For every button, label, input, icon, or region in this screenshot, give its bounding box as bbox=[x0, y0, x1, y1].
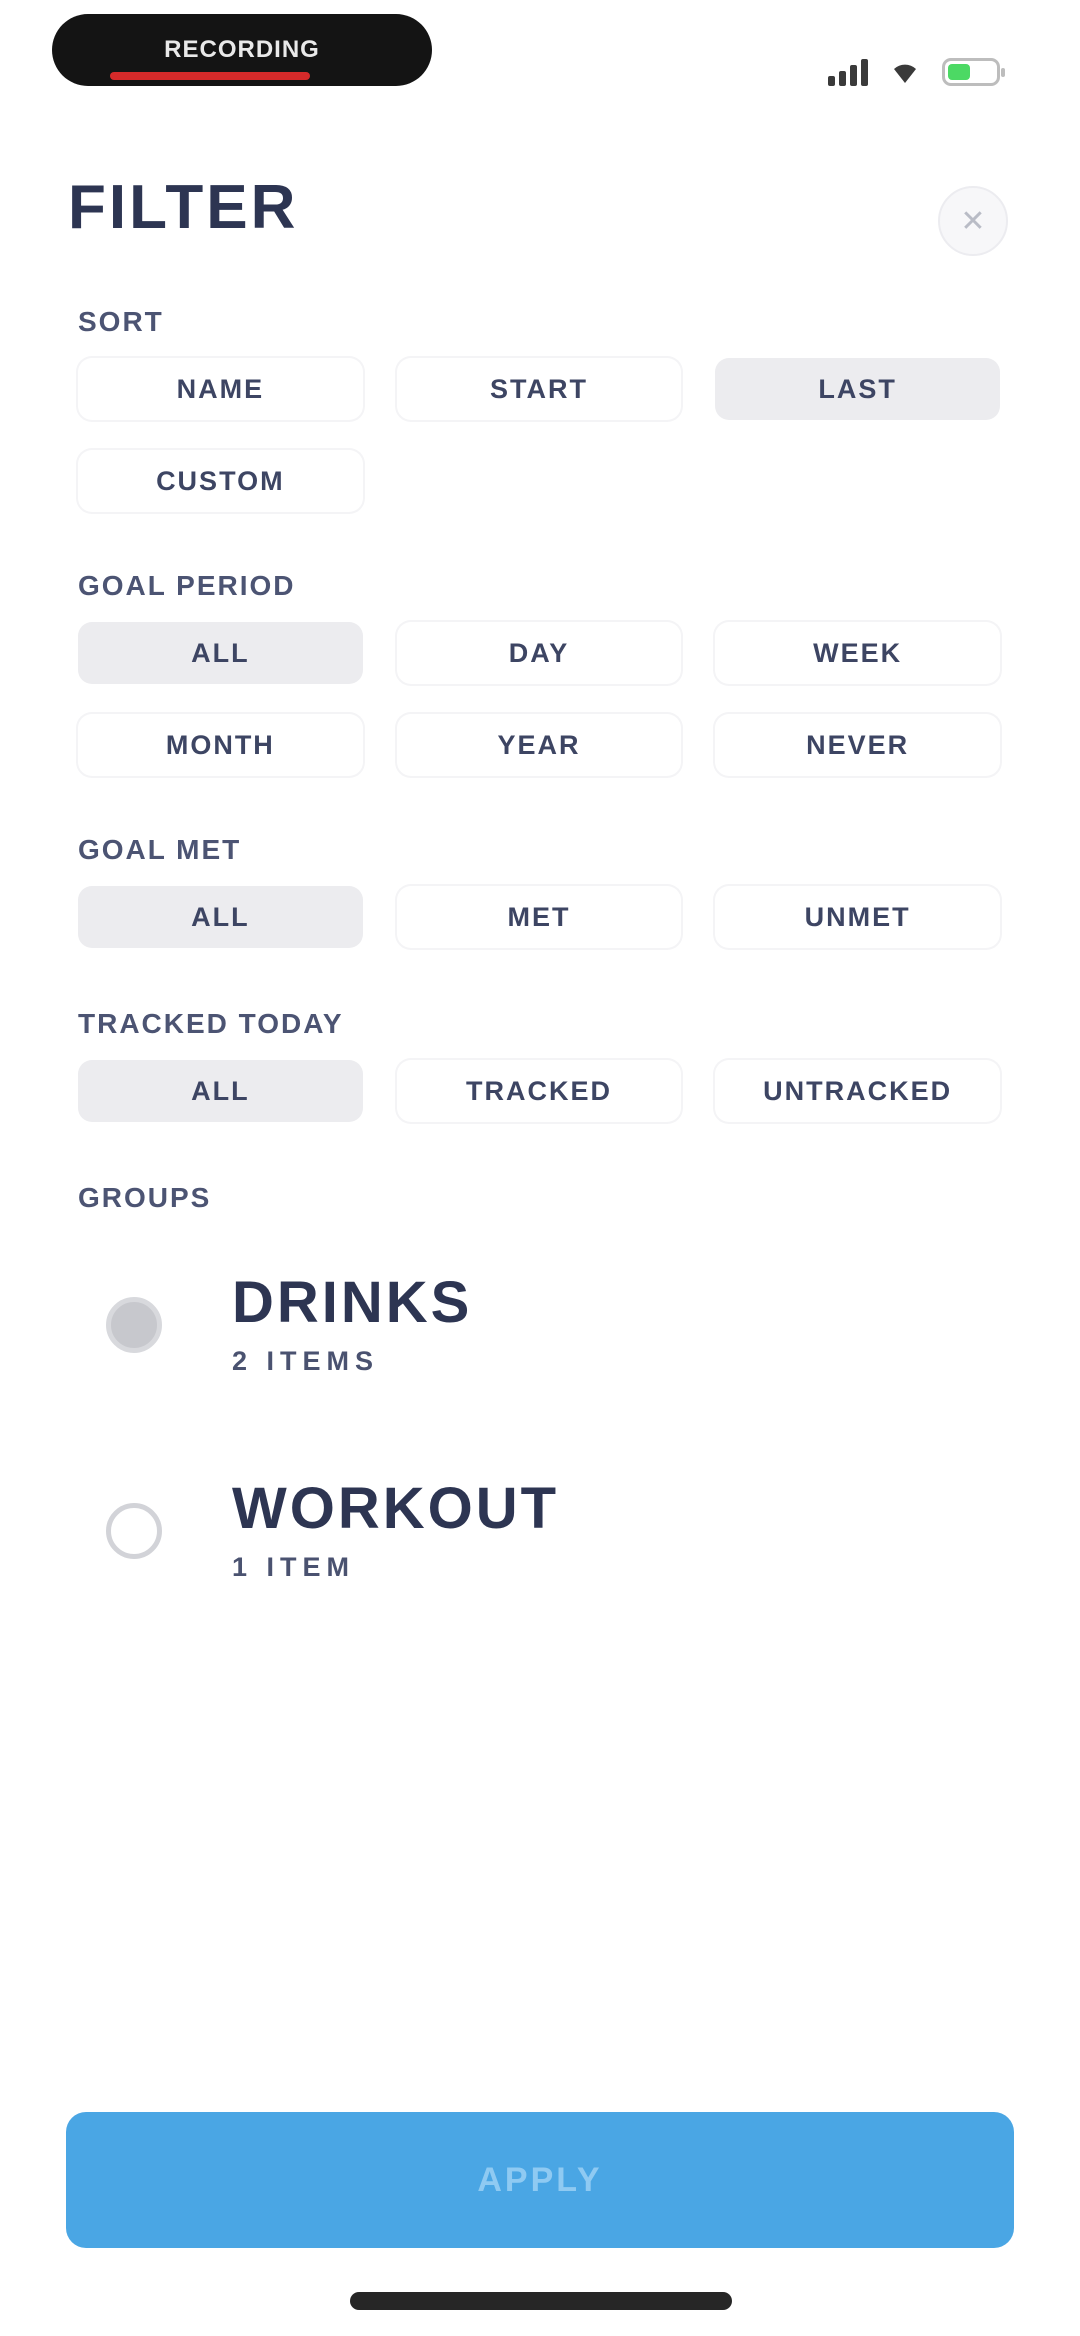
group-radio-workout[interactable] bbox=[106, 1503, 162, 1559]
tracked-today-option-all[interactable]: ALL bbox=[78, 1060, 363, 1122]
group-name: DRINKS bbox=[232, 1270, 473, 1336]
home-indicator[interactable] bbox=[350, 2292, 732, 2310]
status-icons bbox=[828, 52, 1005, 92]
group-item-workout[interactable]: WORKOUT 1 ITEM bbox=[78, 1456, 998, 1606]
recording-indicator bbox=[110, 72, 310, 80]
close-button[interactable]: ✕ bbox=[938, 186, 1008, 256]
groups-label: GROUPS bbox=[78, 1182, 212, 1213]
goal-period-label: GOAL PERIOD bbox=[78, 570, 296, 601]
group-count: 1 ITEM bbox=[232, 1551, 356, 1582]
sort-option-start[interactable]: START bbox=[396, 358, 682, 420]
goal-met-option-unmet[interactable]: UNMET bbox=[715, 886, 1000, 948]
group-item-drinks[interactable]: DRINKS 2 ITEMS bbox=[78, 1250, 998, 1400]
goal-period-option-year[interactable]: YEAR bbox=[396, 714, 682, 776]
sort-option-last[interactable]: LAST bbox=[715, 358, 1000, 420]
wifi-icon bbox=[894, 64, 916, 83]
signal-icon bbox=[828, 58, 868, 86]
goal-met-options: ALL MET UNMET bbox=[78, 886, 1000, 948]
goal-met-option-all[interactable]: ALL bbox=[78, 886, 363, 948]
close-icon: ✕ bbox=[960, 204, 986, 238]
goal-period-options: ALL DAY WEEK MONTH YEAR NEVER bbox=[78, 622, 1000, 776]
tracked-today-option-tracked[interactable]: TRACKED bbox=[396, 1060, 682, 1122]
tracked-today-label: TRACKED TODAY bbox=[78, 1008, 344, 1039]
goal-period-option-all[interactable]: ALL bbox=[78, 622, 363, 684]
tracked-today-options: ALL TRACKED UNTRACKED bbox=[78, 1060, 1000, 1122]
battery-level bbox=[948, 64, 970, 80]
sort-label: SORT bbox=[78, 306, 164, 337]
tracked-today-option-untracked[interactable]: UNTRACKED bbox=[715, 1060, 1000, 1122]
sort-options: NAME START LAST CUSTOM bbox=[78, 358, 1000, 512]
goal-period-option-day[interactable]: DAY bbox=[396, 622, 682, 684]
goal-met-label: GOAL MET bbox=[78, 834, 242, 865]
apply-button[interactable]: APPLY bbox=[66, 2112, 1014, 2248]
goal-period-option-week[interactable]: WEEK bbox=[715, 622, 1000, 684]
page-title: FILTER bbox=[68, 173, 299, 242]
goal-period-option-month[interactable]: MONTH bbox=[78, 714, 363, 776]
sort-option-name[interactable]: NAME bbox=[78, 358, 363, 420]
goal-period-option-never[interactable]: NEVER bbox=[715, 714, 1000, 776]
group-name: WORKOUT bbox=[232, 1476, 560, 1542]
group-count: 2 ITEMS bbox=[232, 1345, 380, 1376]
goal-met-option-met[interactable]: MET bbox=[396, 886, 682, 948]
sort-option-custom[interactable]: CUSTOM bbox=[78, 450, 363, 512]
recording-label: RECORDING bbox=[164, 36, 320, 63]
battery-icon bbox=[942, 58, 1005, 86]
screen-recording-pill[interactable]: RECORDING bbox=[52, 14, 432, 86]
group-radio-drinks[interactable] bbox=[106, 1297, 162, 1353]
